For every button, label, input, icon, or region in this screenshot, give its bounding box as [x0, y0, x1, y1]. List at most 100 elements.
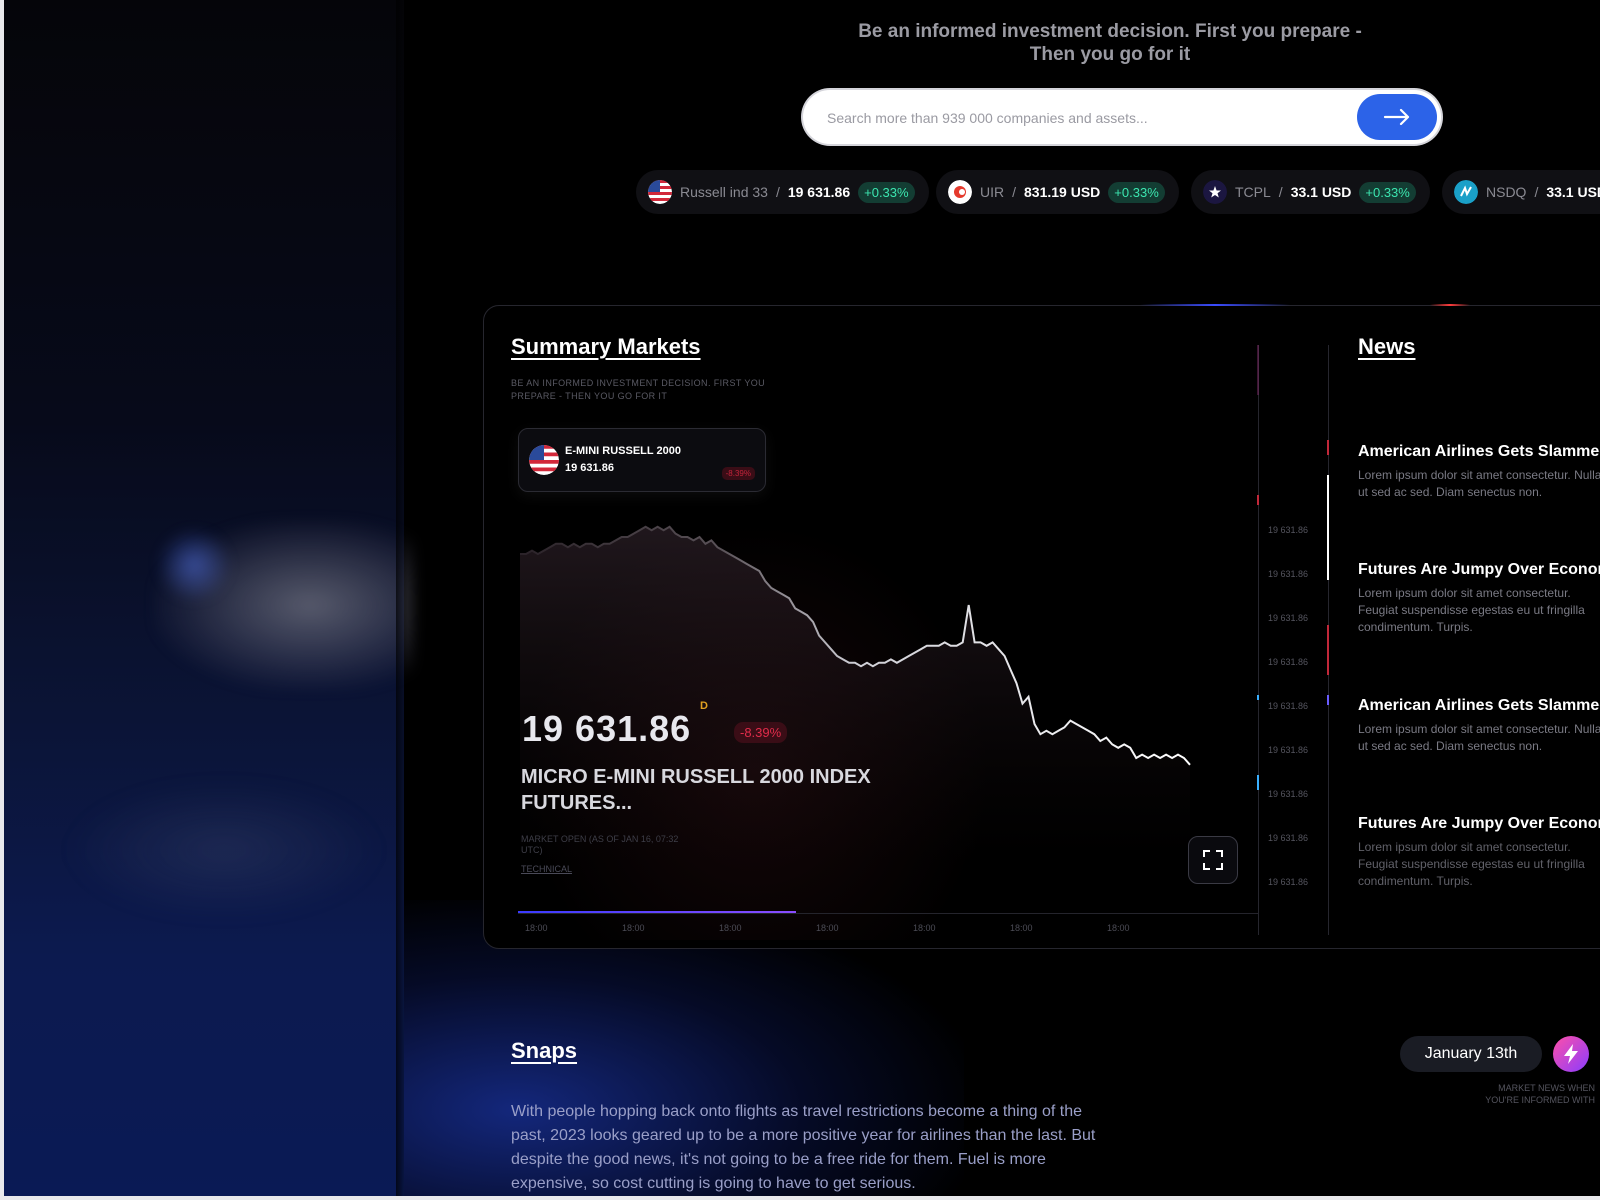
news-item[interactable]: Futures Are Jumpy Over Economic Data Lor… [1358, 558, 1600, 636]
chart-point [1052, 733, 1054, 735]
chart-point [866, 662, 868, 664]
instrument-price: 19 631.86 [522, 708, 692, 749]
snaps-date-button[interactable]: January 13th [1400, 1036, 1542, 1072]
chart-point [591, 543, 593, 545]
news-item-title: American Airlines Gets Slammed With Canc… [1358, 443, 1600, 460]
chart-point [729, 553, 731, 555]
chart-point [1153, 754, 1155, 756]
fullscreen-button[interactable] [1188, 836, 1238, 884]
chart-point [1016, 682, 1018, 684]
chart-point [525, 553, 527, 555]
chart-point [1189, 764, 1191, 766]
news-item[interactable]: American Airlines Gets Slammed With Canc… [1358, 694, 1600, 755]
chart-point [543, 550, 545, 552]
chart-point [555, 543, 557, 545]
chart-point [645, 526, 647, 528]
chart-point [992, 642, 994, 644]
snaps-title: Snaps [511, 1038, 578, 1063]
price-marker: D [700, 700, 708, 712]
lightning-icon [1564, 1044, 1578, 1064]
chart-point [759, 570, 761, 572]
chart-point [1141, 754, 1143, 756]
chart-point [860, 665, 862, 667]
snaps-paragraph: With people hopping back onto flights as… [511, 1103, 1096, 1192]
chart-point [699, 536, 701, 538]
chart-point [1028, 696, 1030, 698]
chart-point [1070, 720, 1072, 722]
chart-point [1040, 733, 1042, 735]
chart-point [1135, 757, 1137, 759]
x-tick-label: 18:00 [1107, 923, 1130, 933]
chart-point [657, 526, 659, 528]
chart-point [956, 645, 958, 647]
news-item-title: American Airlines Gets Slammed With Canc… [1358, 697, 1600, 714]
chart-point [639, 529, 641, 531]
x-tick-label: 18:00 [719, 923, 742, 933]
chart-point [609, 543, 611, 545]
indicator-lines [1257, 345, 1329, 790]
x-tick-label: 18:00 [913, 923, 936, 933]
chart-point [1082, 727, 1084, 729]
snaps-side-note: MARKET NEWS WHEN YOU'RE INFORMED WITH [1485, 1083, 1595, 1105]
chart-point [1046, 730, 1048, 732]
x-tick-label: 18:00 [622, 923, 645, 933]
chart-point [651, 529, 653, 531]
chart-point [1004, 655, 1006, 657]
chart-point [950, 645, 952, 647]
chart-point [824, 642, 826, 644]
chart-point [573, 543, 575, 545]
chart-point [585, 543, 587, 545]
chart-point [693, 540, 695, 542]
news-item-title: Futures Are Jumpy Over Economic Data [1358, 561, 1600, 578]
chart-point [1159, 757, 1161, 759]
chart-point [723, 550, 725, 552]
market-status: MARKET OPEN (AS OF JAN 16, 07:32 UTC) [521, 834, 679, 855]
chart-point [663, 529, 665, 531]
instrument-name: MICRO E-MINI RUSSELL 2000 INDEX FUTURES.… [521, 766, 871, 814]
chart-point [579, 546, 581, 548]
chart-point [1058, 730, 1060, 732]
chart-point [1171, 757, 1173, 759]
chart-point [627, 536, 629, 538]
chart-point [812, 621, 814, 623]
chart-point [561, 543, 563, 545]
chart-point [944, 642, 946, 644]
chart-point [980, 642, 982, 644]
lightning-button[interactable] [1553, 1036, 1589, 1072]
chart-point [687, 536, 689, 538]
chart-point [932, 645, 934, 647]
chart-point [938, 645, 940, 647]
chart-point [836, 655, 838, 657]
news-item[interactable]: American Airlines Gets Slammed With Canc… [1358, 440, 1600, 501]
x-tick-label: 18:00 [816, 923, 839, 933]
chart-point [1177, 754, 1179, 756]
news-title: News [1358, 334, 1416, 359]
chart-point [968, 604, 970, 606]
news-item-body: Lorem ipsum dolor sit amet consectetur. … [1358, 840, 1585, 888]
chart-point [669, 526, 671, 528]
technical-link[interactable]: TECHNICAL [521, 864, 572, 874]
chart-scrollbar[interactable] [518, 911, 796, 913]
news-item[interactable]: Futures Are Jumpy Over Economic Data Lor… [1358, 812, 1600, 912]
chart-point [884, 662, 886, 664]
chart-point [908, 655, 910, 657]
chart-point [705, 543, 707, 545]
news-item-body: Lorem ipsum dolor sit amet consectetur. … [1358, 468, 1600, 499]
chart-point [765, 580, 767, 582]
chart-point [1183, 757, 1185, 759]
instrument-change-badge: -8.39% [734, 722, 788, 743]
chart-point [962, 642, 964, 644]
chart-point [878, 662, 880, 664]
chart-point [531, 550, 533, 552]
chart-point [902, 659, 904, 661]
chart-point [1117, 747, 1119, 749]
chart-point [1123, 744, 1125, 746]
chart-point [986, 645, 988, 647]
chart-point [519, 553, 521, 555]
chart-point [926, 645, 928, 647]
chart-point [782, 594, 784, 596]
chart-point [621, 536, 623, 538]
chart-point [1100, 740, 1102, 742]
chart-point [914, 652, 916, 654]
chart-point [1064, 727, 1066, 729]
